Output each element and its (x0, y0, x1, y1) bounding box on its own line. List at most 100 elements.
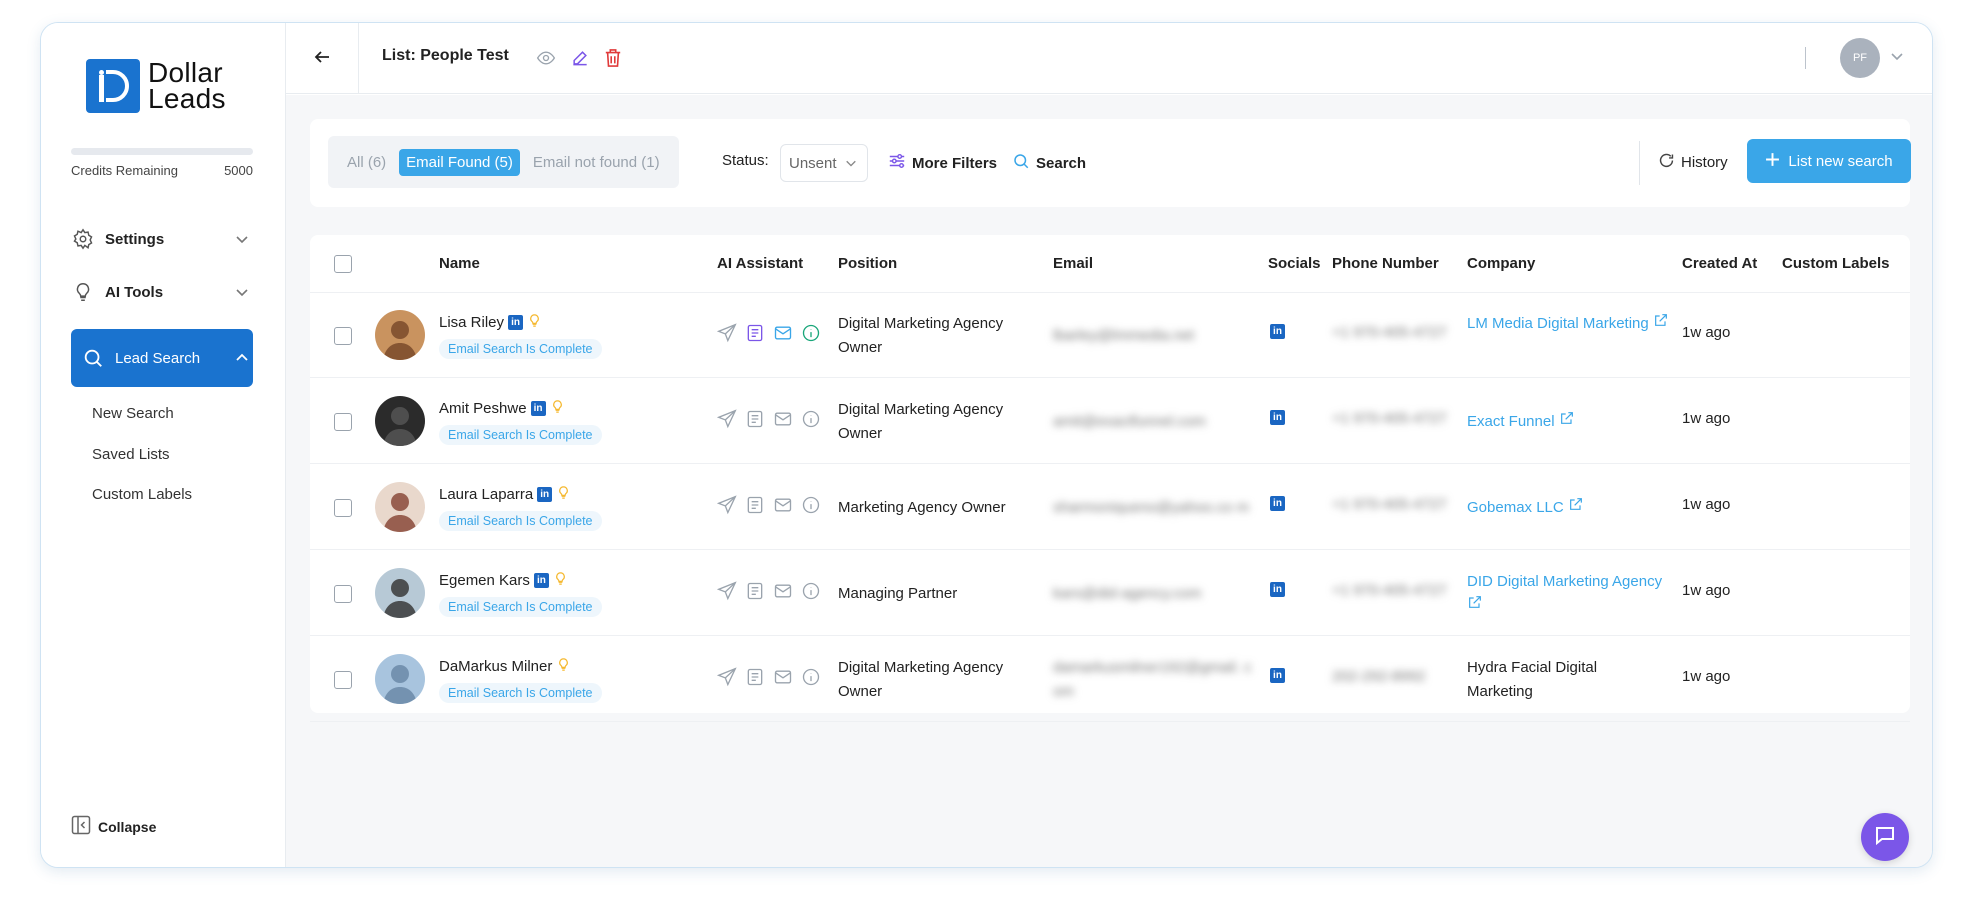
send-icon[interactable] (717, 495, 737, 515)
lightbulb-icon[interactable] (550, 399, 565, 418)
lightbulb-icon[interactable] (556, 485, 571, 504)
document-icon[interactable] (745, 667, 765, 687)
sidebar-subitem-saved-lists[interactable]: Saved Lists (92, 446, 170, 463)
send-icon[interactable] (717, 581, 737, 601)
company-name[interactable]: Exact Funnel (1467, 413, 1555, 430)
linkedin-social-icon[interactable]: in (1270, 496, 1285, 511)
column-header-socials[interactable]: Socials (1268, 255, 1321, 272)
more-filters-button[interactable]: More Filters (888, 152, 997, 174)
row-checkbox[interactable] (334, 671, 352, 689)
search-button[interactable]: Search (1012, 152, 1086, 174)
position-cell: Marketing Agency Owner (838, 496, 1006, 520)
filter-bar: All (6) Email Found (5) Email not found … (310, 119, 1911, 207)
send-icon[interactable] (717, 323, 737, 343)
phone-cell: +1 970-405-4727 (1332, 582, 1447, 599)
external-link-icon[interactable] (1559, 412, 1575, 430)
company-name[interactable]: Gobemax LLC (1467, 499, 1564, 516)
column-header-phone-number[interactable]: Phone Number (1332, 255, 1439, 272)
sidebar-item-lead-search[interactable]: Lead Search (71, 329, 253, 387)
row-checkbox[interactable] (334, 499, 352, 517)
external-link-icon[interactable] (1568, 498, 1584, 516)
lead-name[interactable]: Laura Laparra (439, 486, 533, 503)
app-window: Dollar Leads Credits Remaining 5000 Sett… (40, 22, 1933, 868)
mail-icon[interactable] (773, 323, 793, 343)
mail-icon[interactable] (773, 581, 793, 601)
send-icon[interactable] (717, 667, 737, 687)
tab-email-not-found[interactable]: Email not found (1) (526, 149, 667, 176)
linkedin-icon[interactable]: in (533, 573, 549, 588)
document-icon[interactable] (745, 409, 765, 429)
lightbulb-icon[interactable] (553, 571, 568, 590)
created-at-cell: 1w ago (1682, 496, 1731, 513)
status-select[interactable]: Unsent (780, 144, 868, 182)
row-checkbox[interactable] (334, 585, 352, 603)
linkedin-icon[interactable]: in (537, 487, 553, 502)
user-avatar[interactable]: PF (1840, 38, 1880, 78)
list-new-search-button[interactable]: List new search (1747, 139, 1911, 183)
lead-name[interactable]: DaMarkus Milner (439, 658, 552, 675)
column-header-email[interactable]: Email (1053, 255, 1093, 272)
lead-name[interactable]: Amit Peshwe (439, 400, 527, 417)
tab-all[interactable]: All (6) (340, 149, 393, 176)
info-icon[interactable] (801, 581, 821, 601)
lead-name[interactable]: Lisa Riley (439, 314, 504, 331)
info-icon[interactable] (801, 495, 821, 515)
column-header-custom-labels[interactable]: Custom Labels (1782, 255, 1890, 272)
eye-icon[interactable] (536, 48, 556, 68)
column-header-company[interactable]: Company (1467, 255, 1535, 272)
send-icon[interactable] (717, 409, 737, 429)
mail-icon[interactable] (773, 495, 793, 515)
linkedin-icon[interactable]: in (508, 315, 524, 330)
topbar: List: People Test PF (286, 23, 1932, 94)
company-name[interactable]: DID Digital Marketing Agency (1467, 573, 1662, 590)
linkedin-social-icon[interactable]: in (1270, 582, 1285, 597)
avatar (375, 310, 425, 360)
chat-support-button[interactable] (1861, 813, 1909, 861)
search-icon (81, 346, 105, 370)
column-header-position[interactable]: Position (838, 255, 897, 272)
sidebar-subitem-new-search[interactable]: New Search (92, 405, 174, 422)
lead-name[interactable]: Egemen Kars (439, 572, 530, 589)
linkedin-social-icon[interactable]: in (1270, 668, 1285, 683)
row-checkbox[interactable] (334, 327, 352, 345)
chevron-down-icon[interactable] (1890, 49, 1904, 67)
logo[interactable]: Dollar Leads (86, 59, 226, 113)
company-cell: DID Digital Marketing Agency (1467, 570, 1677, 618)
info-icon[interactable] (801, 409, 821, 429)
info-icon[interactable] (801, 323, 821, 343)
collapse-button[interactable]: Collapse (71, 815, 156, 838)
linkedin-social-icon[interactable]: in (1270, 324, 1285, 339)
row-checkbox[interactable] (334, 413, 352, 431)
linkedin-icon[interactable]: in (530, 401, 546, 416)
trash-icon[interactable] (604, 48, 622, 68)
select-all-checkbox[interactable] (334, 255, 352, 273)
table-row[interactable]: Egemen Kars in Email Search Is Complete … (310, 552, 1910, 636)
table-row[interactable]: Amit Peshwe in Email Search Is Complete … (310, 380, 1910, 464)
table-row[interactable]: Laura Laparra in Email Search Is Complet… (310, 466, 1910, 550)
document-icon[interactable] (745, 495, 765, 515)
lightbulb-icon[interactable] (556, 657, 571, 676)
edit-pencil-icon[interactable] (570, 48, 590, 68)
history-button[interactable]: History (1658, 152, 1728, 173)
external-link-icon[interactable] (1467, 596, 1483, 614)
column-header-name[interactable]: Name (439, 255, 480, 272)
back-button[interactable] (286, 23, 359, 94)
column-header-created-at[interactable]: Created At (1682, 255, 1757, 272)
mail-icon[interactable] (773, 667, 793, 687)
sidebar-item-settings[interactable]: Settings (71, 219, 253, 259)
created-at-cell: 1w ago (1682, 410, 1731, 427)
tab-email-found[interactable]: Email Found (5) (399, 148, 520, 176)
sidebar-item-ai-tools[interactable]: AI Tools (71, 272, 253, 312)
column-header-ai-assistant[interactable]: AI Assistant (717, 255, 803, 272)
table-row[interactable]: Lisa Riley in Email Search Is Complete D… (310, 294, 1910, 378)
company-name[interactable]: LM Media Digital Marketing (1467, 315, 1649, 332)
document-icon[interactable] (745, 323, 765, 343)
linkedin-social-icon[interactable]: in (1270, 410, 1285, 425)
external-link-icon[interactable] (1653, 314, 1669, 332)
mail-icon[interactable] (773, 409, 793, 429)
lightbulb-icon[interactable] (527, 313, 542, 332)
document-icon[interactable] (745, 581, 765, 601)
sidebar-subitem-custom-labels[interactable]: Custom Labels (92, 486, 192, 503)
info-icon[interactable] (801, 667, 821, 687)
table-row[interactable]: DaMarkus Milner Email Search Is Complete… (310, 638, 1910, 722)
